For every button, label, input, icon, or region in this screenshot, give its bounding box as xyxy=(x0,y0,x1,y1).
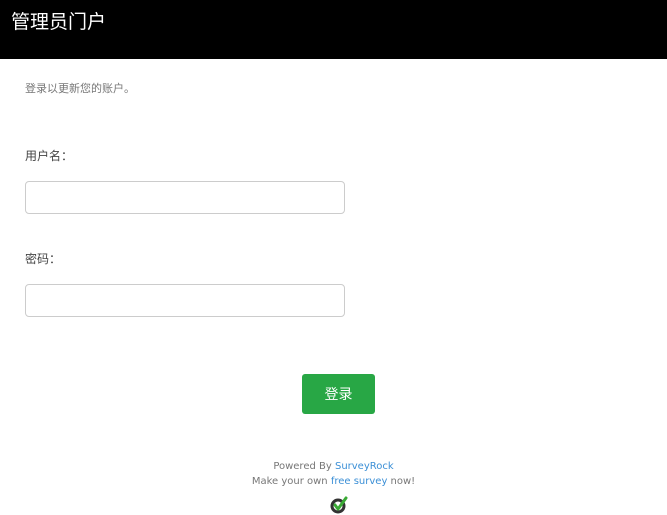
username-label: 用户名： xyxy=(25,149,74,163)
password-label: 密码： xyxy=(25,252,62,266)
page-title: 管理员门户 xyxy=(11,11,107,33)
login-button[interactable]: 登录 xyxy=(302,374,375,414)
username-input[interactable] xyxy=(25,181,345,214)
powered-by-text: Powered By xyxy=(273,461,335,472)
header-bar: 管理员门户 xyxy=(0,0,667,59)
make-survey-line: Make your own free survey now! xyxy=(0,475,667,489)
surveyrock-logo-icon xyxy=(330,496,348,514)
password-input[interactable] xyxy=(25,284,345,317)
make-prefix-text: Make your own xyxy=(251,476,331,487)
make-suffix-text: now! xyxy=(387,476,416,487)
free-survey-link[interactable]: free survey xyxy=(331,476,388,487)
login-intro-text: 登录以更新您的账户。 xyxy=(25,82,135,95)
surveyrock-link[interactable]: SurveyRock xyxy=(335,461,394,472)
powered-by-line: Powered By SurveyRock xyxy=(0,460,667,474)
